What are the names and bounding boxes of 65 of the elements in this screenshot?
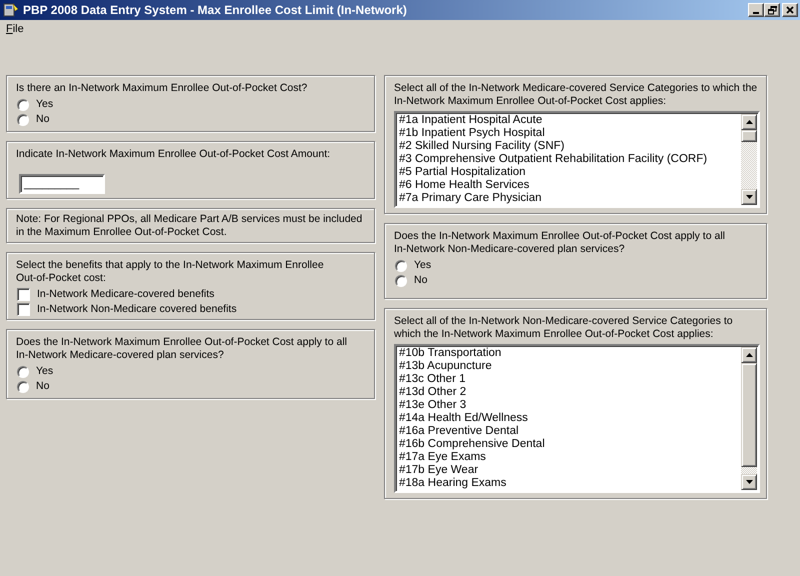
list-item[interactable]: #18a Hearing Exams bbox=[399, 477, 508, 490]
checkbox[interactable] bbox=[17, 288, 30, 301]
question-label: Does the In-Network Maximum Enrollee Out-of-Pocket Cost apply to all In-Network Medicare-covered plan services? bbox=[16, 336, 348, 362]
list-item[interactable]: #10b Transportation bbox=[399, 347, 504, 360]
list-item[interactable]: #13e Other 3 bbox=[399, 399, 468, 412]
scroll-thumb[interactable] bbox=[741, 130, 757, 142]
list-item[interactable]: #1b Inpatient Psych Hospital bbox=[399, 127, 547, 140]
radio-button[interactable] bbox=[17, 98, 29, 110]
scroll-thumb[interactable] bbox=[741, 363, 757, 467]
note-text: Note: For Regional PPOs, all Medicare Part A/B services must be included in the Maximum Enrollee Out-of-Pocket Cost. bbox=[16, 213, 364, 239]
list-box[interactable] bbox=[394, 111, 760, 208]
down-arrow-icon bbox=[746, 480, 752, 484]
scrollbar[interactable] bbox=[741, 114, 757, 205]
list-item[interactable]: #14a Health Ed/Wellness bbox=[399, 412, 530, 425]
question-label: Indicate In-Network Maximum Enrollee Out-of-Pocket Cost Amount: bbox=[16, 148, 332, 161]
scroll-down-button[interactable] bbox=[741, 474, 757, 490]
scroll-down-button[interactable] bbox=[741, 189, 757, 205]
question-label: Select all of the In-Network Non-Medicare-covered Service Categories to which the In-Network Maximum Enrollee Out-of-Pocket Cost applies: bbox=[394, 315, 734, 341]
radio-label[interactable]: No bbox=[36, 113, 50, 126]
radio-label[interactable]: No bbox=[36, 380, 50, 393]
list-item[interactable]: #6 Home Health Services bbox=[399, 179, 532, 192]
up-arrow-icon bbox=[746, 120, 752, 124]
minimize-button[interactable] bbox=[748, 3, 764, 17]
restore-button[interactable] bbox=[764, 3, 780, 17]
down-arrow-icon bbox=[746, 195, 752, 199]
question-label: Does the In-Network Maximum Enrollee Out-of-Pocket Cost apply to all In-Network Non-Medicare-covered plan services? bbox=[394, 230, 726, 256]
radio-button[interactable] bbox=[395, 274, 407, 286]
scrollbar[interactable] bbox=[741, 347, 757, 490]
radio-button[interactable] bbox=[17, 366, 29, 378]
app-icon bbox=[3, 2, 19, 18]
list-item[interactable]: #13b Acupuncture bbox=[399, 360, 494, 373]
radio-label[interactable]: Yes bbox=[36, 365, 54, 378]
close-icon bbox=[786, 6, 794, 14]
radio-label[interactable]: No bbox=[414, 274, 428, 287]
list-item[interactable]: #2 Skilled Nursing Facility (SNF) bbox=[399, 140, 567, 153]
checkbox-label[interactable]: In-Network Medicare-covered benefits bbox=[37, 288, 214, 301]
scroll-up-button[interactable] bbox=[741, 114, 757, 130]
list-item[interactable]: #3 Comprehensive Outpatient Rehabilitation Facility (CORF) bbox=[399, 153, 710, 166]
list-item[interactable]: #7a Primary Care Physician bbox=[399, 192, 544, 205]
checkbox-label[interactable]: In-Network Non-Medicare covered benefits bbox=[37, 303, 237, 316]
list-item[interactable]: #16b Comprehensive Dental bbox=[399, 438, 547, 451]
radio-button[interactable] bbox=[395, 260, 407, 272]
radio-label[interactable]: Yes bbox=[414, 259, 432, 272]
up-arrow-icon bbox=[746, 353, 752, 357]
checkbox[interactable] bbox=[17, 303, 30, 316]
question-label: Select the benefits that apply to the In-Network Maximum Enrollee Out-of-Pocket cost: bbox=[16, 259, 325, 285]
list-item[interactable]: #5 Partial Hospitalization bbox=[399, 166, 528, 179]
amount-field[interactable]: _________ bbox=[19, 174, 105, 194]
list-item[interactable]: #17b Eye Wear bbox=[399, 464, 480, 477]
list-item[interactable]: #16a Preventive Dental bbox=[399, 425, 521, 438]
radio-button[interactable] bbox=[17, 380, 29, 392]
menu-item[interactable]: File bbox=[0, 22, 30, 36]
restore-icon bbox=[768, 6, 776, 14]
list-item[interactable]: #17a Eye Exams bbox=[399, 451, 488, 464]
list-item[interactable]: #1a Inpatient Hospital Acute bbox=[399, 114, 544, 127]
question-label: Select all of the In-Network Medicare-covered Service Categories to which the In-Network Maximum Enrollee Out-of-Pocket Cost applies: bbox=[394, 82, 758, 108]
question-label: Is there an In-Network Maximum Enrollee Out-of-Pocket Cost? bbox=[16, 82, 308, 95]
window-title: PBP 2008 Data Entry System - Max Enrollee Cost Limit (In-Network) bbox=[23, 3, 408, 17]
radio-button[interactable] bbox=[17, 114, 29, 126]
list-item[interactable]: #13c Other 1 bbox=[399, 373, 468, 386]
list-box[interactable]: #10b Transportation #13b Acupuncture #13c Other 1 #13d Other 2 #13e Other 3 #14a Health Ed/Wellness #16a Preventive Dental #16b Comprehensive Dental #17a Eye Exams #17b Eye Wear #18a Hearing Exams bbox=[394, 344, 760, 493]
close-button[interactable] bbox=[782, 3, 798, 17]
list-item[interactable]: #13d Other 2 bbox=[399, 386, 468, 399]
scroll-up-button[interactable] bbox=[741, 347, 757, 363]
radio-label[interactable]: Yes bbox=[36, 98, 54, 111]
